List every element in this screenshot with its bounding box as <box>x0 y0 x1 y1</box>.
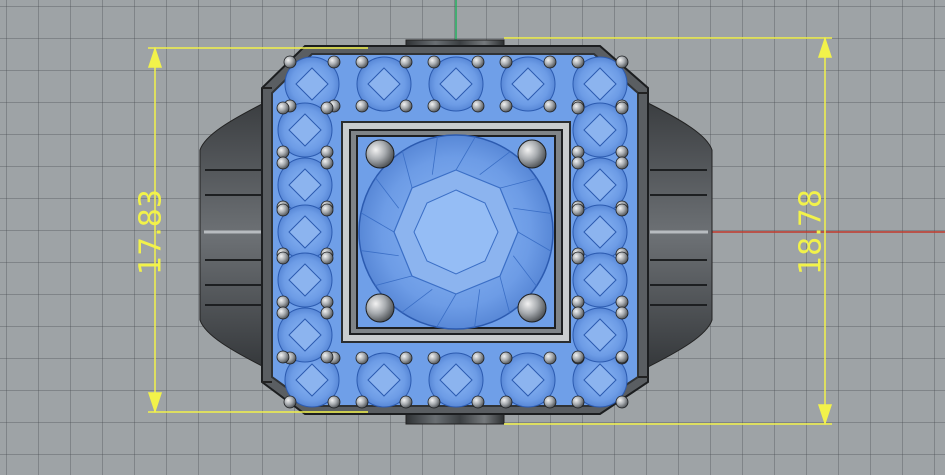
halo-prong <box>283 395 297 409</box>
halo-prong <box>399 55 413 69</box>
halo-prong <box>327 55 341 69</box>
halo-prong <box>355 395 369 409</box>
halo-prong <box>543 351 557 365</box>
halo-prong <box>615 55 629 69</box>
halo-prong <box>571 203 585 217</box>
halo-prong <box>471 99 485 113</box>
halo-prong <box>399 99 413 113</box>
halo-prong <box>571 55 585 69</box>
halo-prong <box>355 55 369 69</box>
halo-prong <box>276 295 290 309</box>
halo-prong <box>276 350 290 364</box>
halo-prong <box>615 395 629 409</box>
halo-prong <box>276 156 290 170</box>
halo-prong <box>320 156 334 170</box>
halo-prong <box>427 99 441 113</box>
halo-prong <box>571 251 585 265</box>
halo-prong <box>276 145 290 159</box>
shank-right[interactable] <box>641 99 713 371</box>
halo-prong <box>543 99 557 113</box>
halo-prong <box>499 351 513 365</box>
halo-prong <box>320 306 334 320</box>
halo-prong <box>320 203 334 217</box>
halo-prong <box>283 55 297 69</box>
halo-prong <box>571 101 585 115</box>
halo-prong <box>471 395 485 409</box>
dimension-right-label: 18.78 <box>794 189 829 275</box>
halo-prong <box>320 350 334 364</box>
rhino-viewport[interactable]: 17.83 18.78 <box>0 0 945 475</box>
halo-prong <box>615 156 629 170</box>
halo-prong <box>327 395 341 409</box>
halo-prong <box>571 395 585 409</box>
halo-prong <box>615 203 629 217</box>
halo-prong <box>571 156 585 170</box>
halo-prong <box>571 306 585 320</box>
halo-prong <box>471 55 485 69</box>
halo-prong <box>499 395 513 409</box>
halo-prong <box>355 351 369 365</box>
dimension-left-label: 17.83 <box>134 189 169 275</box>
halo-prong <box>471 351 485 365</box>
halo-prong <box>571 295 585 309</box>
halo-prong <box>615 251 629 265</box>
halo-prong <box>499 55 513 69</box>
halo-prong <box>276 203 290 217</box>
halo-prong <box>615 295 629 309</box>
halo-prong <box>427 395 441 409</box>
halo-prong <box>276 251 290 265</box>
halo-prong <box>499 99 513 113</box>
halo-prong <box>320 101 334 115</box>
halo-prong <box>571 350 585 364</box>
halo-prong <box>615 350 629 364</box>
halo-prong <box>615 101 629 115</box>
halo-prong <box>615 145 629 159</box>
halo-prong <box>320 145 334 159</box>
halo-prong <box>355 99 369 113</box>
halo-prong <box>320 295 334 309</box>
halo-prong <box>543 55 557 69</box>
viewport-canvas[interactable]: 17.83 18.78 <box>0 0 945 475</box>
halo-prong <box>427 55 441 69</box>
halo-prong <box>276 101 290 115</box>
halo-prong <box>571 145 585 159</box>
halo-prong <box>320 251 334 265</box>
halo-prong <box>615 306 629 320</box>
halo-prong <box>276 306 290 320</box>
halo-prong <box>543 395 557 409</box>
halo-prong <box>399 395 413 409</box>
halo-prong <box>427 351 441 365</box>
shank-left[interactable] <box>199 99 271 371</box>
halo-prong <box>399 351 413 365</box>
